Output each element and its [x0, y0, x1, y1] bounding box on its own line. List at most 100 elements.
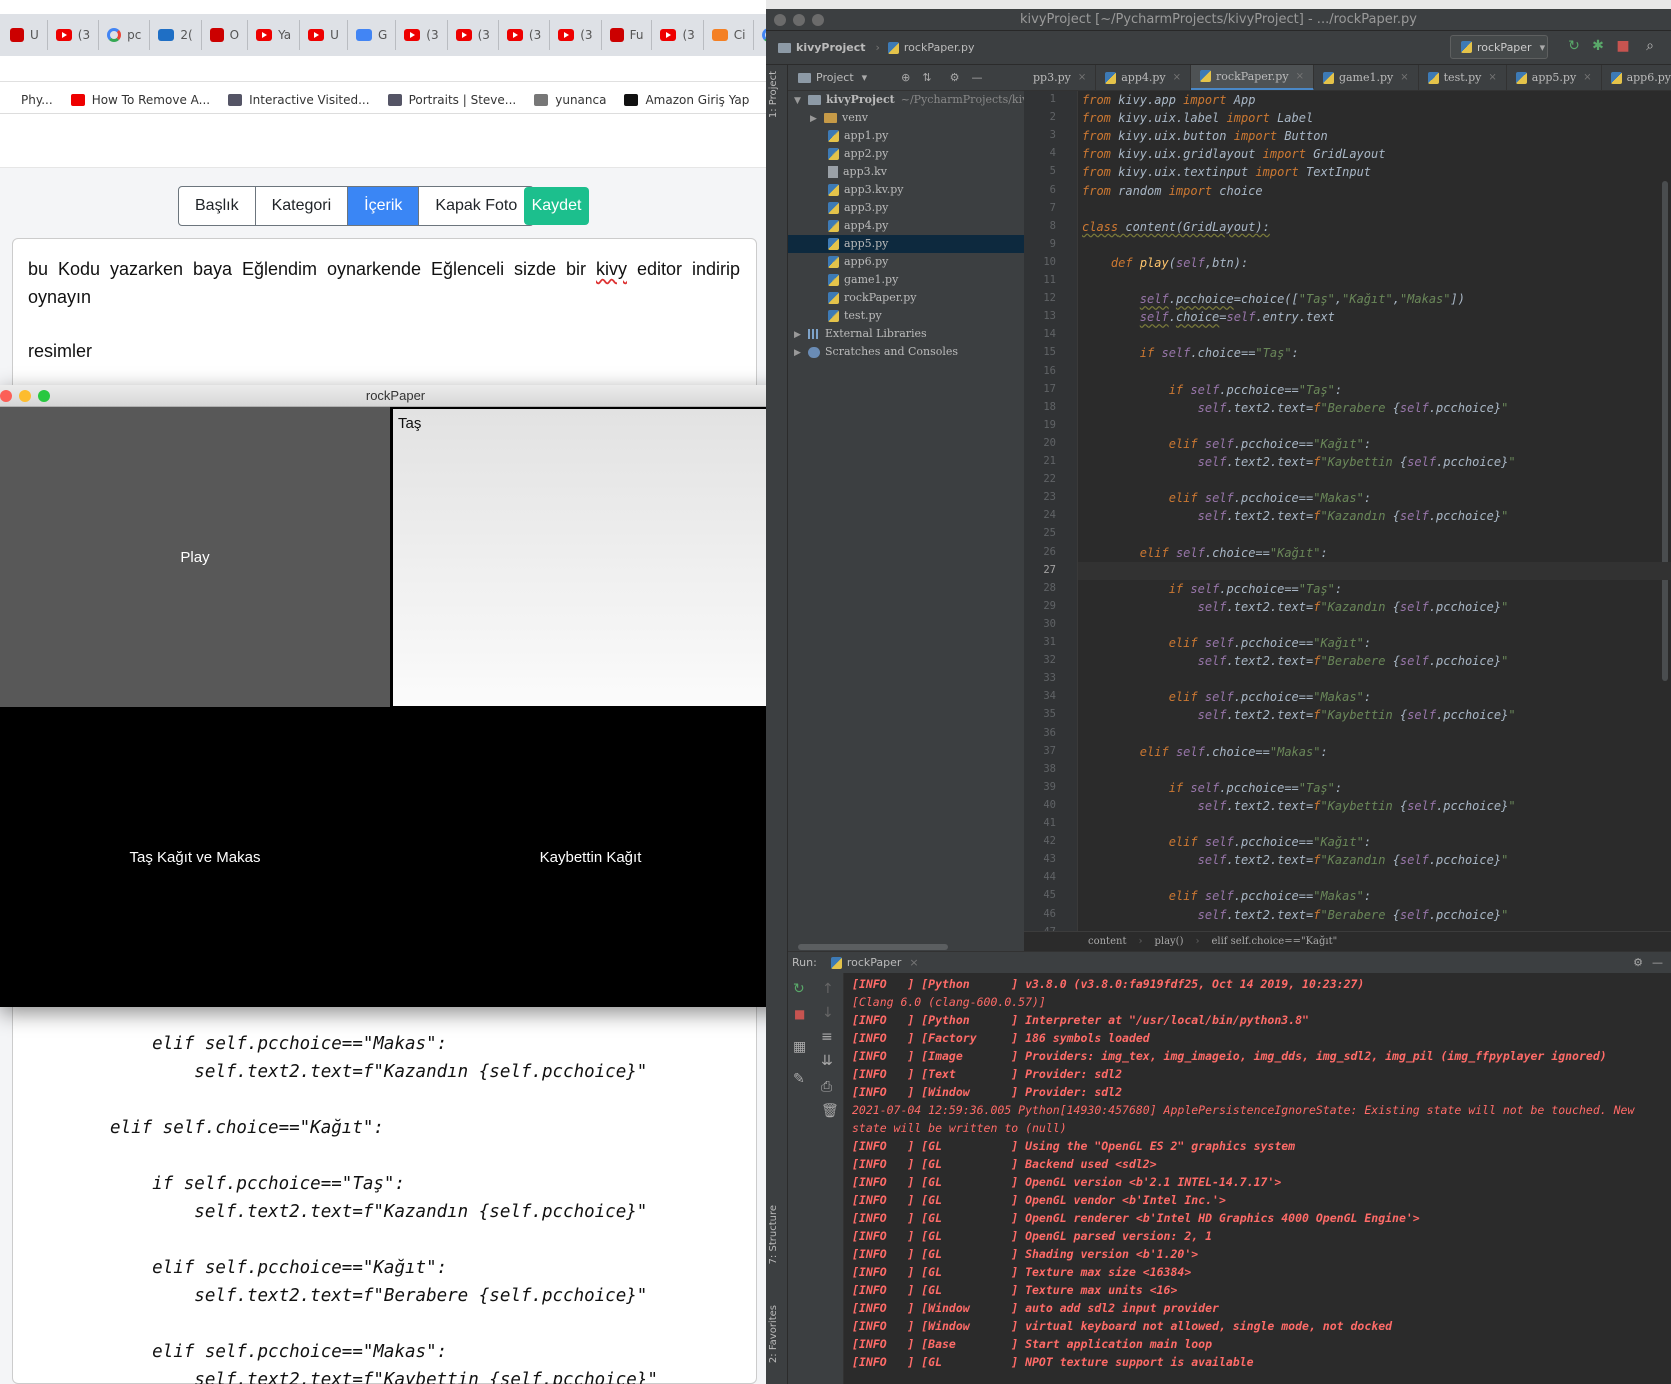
project-tree-item[interactable]: game1.py	[788, 271, 1024, 289]
browser-tab[interactable]: (3	[499, 20, 551, 50]
collapse-icon[interactable]: ⇅	[922, 71, 931, 84]
browser-tab[interactable]: (3	[652, 20, 704, 50]
project-tree-item[interactable]: app4.py	[788, 217, 1024, 235]
minimize-icon[interactable]	[19, 390, 31, 402]
save-button[interactable]: Kaydet	[524, 187, 589, 225]
browser-tab[interactable]: U	[300, 20, 348, 50]
minimize-icon[interactable]	[793, 14, 805, 26]
bookmark-item[interactable]: yunanca	[534, 93, 606, 107]
debug-icon[interactable]: ✱	[1590, 38, 1606, 54]
project-tree-item[interactable]: app3.py	[788, 199, 1024, 217]
stop-icon[interactable]: ■	[1615, 38, 1631, 54]
close-icon[interactable]: ×	[909, 956, 918, 969]
project-tree-item[interactable]: app5.py	[788, 235, 1024, 253]
scroll-end-icon[interactable]: ⇊	[821, 1053, 833, 1069]
run-configuration-select[interactable]: rockPaper ▾	[1450, 35, 1548, 59]
print-icon[interactable]: ⎙	[821, 1079, 832, 1095]
project-tree-item[interactable]: rockPaper.py	[788, 289, 1024, 307]
gear-icon[interactable]: ⚙	[950, 71, 960, 84]
rerun-icon[interactable]: ↻	[793, 981, 805, 997]
editor-tab[interactable]: rockPaper.py ×	[1191, 65, 1314, 90]
browser-tab[interactable]: (3	[448, 20, 499, 50]
run-tab[interactable]: rockPaper	[847, 956, 902, 969]
editor-tab[interactable]: game1.py ×	[1314, 65, 1419, 90]
browser-tab[interactable]: G	[348, 20, 397, 50]
editor-tab[interactable]: test.py ×	[1419, 65, 1507, 90]
project-tree-item[interactable]: ▶ External Libraries	[788, 325, 1024, 343]
address-bar[interactable]	[0, 56, 770, 82]
browser-tab[interactable]: U	[2, 20, 48, 50]
expand-arrow-icon[interactable]: ▼	[794, 92, 808, 110]
close-icon[interactable]: ×	[1400, 72, 1408, 83]
window-titlebar[interactable]: kivyProject [~/PycharmProjects/kivyProje…	[766, 9, 1671, 31]
favorites-tool-tab[interactable]: 2: Favorites	[768, 1305, 779, 1363]
close-icon[interactable]: ×	[1296, 71, 1304, 82]
nav-file[interactable]: rockPaper.py	[887, 41, 974, 54]
rerun-icon[interactable]: ↻	[1566, 38, 1582, 54]
project-tree-item[interactable]: ▼ kivyProject ~/PycharmProjects/kiv	[788, 91, 1028, 110]
close-icon[interactable]: ×	[1078, 72, 1086, 83]
collapse-arrow-icon[interactable]: ▶	[810, 110, 824, 128]
editor-tab[interactable]: app5.py ×	[1507, 65, 1602, 90]
zoom-icon[interactable]	[812, 14, 824, 26]
browser-tab[interactable]: pc	[99, 20, 151, 50]
browser-tab[interactable]: (3	[396, 20, 448, 50]
section-button[interactable]: Başlık	[179, 187, 256, 225]
project-tree-item[interactable]: test.py	[788, 307, 1024, 325]
arrow-up-icon[interactable]: ↑	[822, 981, 834, 997]
section-button[interactable]: Kapak Foto	[419, 187, 533, 225]
code-editor[interactable]: from kivy.app import App from kivy.uix.la…	[1078, 91, 1671, 941]
bookmark-item[interactable]: Interactive Visited...	[228, 93, 370, 107]
browser-tab[interactable]: Ya	[248, 20, 301, 50]
project-tree-item[interactable]: app1.py	[788, 127, 1024, 145]
project-tool-tab[interactable]: 1: Project	[768, 71, 779, 118]
close-icon[interactable]	[0, 390, 12, 402]
zoom-icon[interactable]	[38, 390, 50, 402]
editor-tab[interactable]: app4.py ×	[1096, 65, 1192, 90]
browser-tab[interactable]: (3	[550, 20, 602, 50]
bookmark-item[interactable]: Phy...	[0, 93, 53, 107]
trash-icon[interactable]: 🗑	[821, 1103, 839, 1119]
browser-tab[interactable]: Fu	[602, 20, 653, 50]
layout-icon[interactable]: ▦	[793, 1039, 806, 1055]
editor-content[interactable]: bu Kodu yazarken baya Eğlendim oynarkend…	[28, 255, 740, 365]
hide-icon[interactable]: —	[971, 71, 982, 84]
close-icon[interactable]: ×	[1488, 72, 1496, 83]
nav-project[interactable]: kivyProject	[778, 41, 865, 54]
bookmark-item[interactable]: How To Remove A...	[70, 93, 210, 107]
editor-tab[interactable]: pp3.py ×	[1024, 65, 1097, 90]
project-tree-item[interactable]: ▶ venv	[788, 109, 1024, 127]
structure-tool-tab[interactable]: 7: Structure	[768, 1205, 779, 1264]
play-button[interactable]: Play	[0, 407, 390, 707]
choice-text-input[interactable]: Taş	[393, 409, 789, 706]
browser-tab[interactable]: (3	[48, 20, 100, 50]
bookmark-item[interactable]: Portraits | Steve...	[387, 93, 516, 107]
search-icon[interactable]: ⌕	[1642, 38, 1658, 54]
collapse-arrow-icon[interactable]: ▶	[794, 344, 808, 362]
project-tree-item[interactable]: app2.py	[788, 145, 1024, 163]
browser-tab[interactable]: Ci	[704, 20, 755, 50]
arrow-down-icon[interactable]: ↓	[822, 1005, 834, 1021]
collapse-arrow-icon[interactable]: ▶	[794, 326, 808, 344]
breadcrumb-item[interactable]: content	[1088, 936, 1126, 947]
stop-icon[interactable]: ■	[794, 1007, 805, 1021]
browser-tab[interactable]: O	[202, 20, 249, 50]
close-icon[interactable]: ×	[1173, 72, 1181, 83]
editor-tab[interactable]: app6.py×	[1602, 65, 1671, 90]
soft-wrap-icon[interactable]: ≡	[821, 1029, 833, 1045]
project-tree-item[interactable]: ▶ Scratches and Consoles	[788, 343, 1024, 361]
close-icon[interactable]: ×	[1583, 72, 1591, 83]
section-button[interactable]: Kategori	[256, 187, 349, 225]
run-console-output[interactable]: [INFO ] [Python ] v3.8.0 (v3.8.0:fa919fd…	[844, 973, 1671, 1384]
project-tree-item[interactable]: app3.kv.py	[788, 181, 1024, 199]
project-tree-item[interactable]: app6.py	[788, 253, 1024, 271]
bookmark-item[interactable]: Amazon Giriş Yap	[624, 93, 749, 107]
browser-tab[interactable]: 2(	[150, 20, 202, 50]
hide-icon[interactable]: —	[1652, 956, 1663, 969]
close-icon[interactable]	[774, 14, 786, 26]
gear-icon[interactable]: ⚙	[1633, 956, 1643, 969]
target-icon[interactable]: ⊕	[901, 71, 910, 84]
pin-icon[interactable]: ✎	[793, 1071, 805, 1087]
chevron-down-icon[interactable]: ▾	[862, 71, 868, 84]
window-titlebar[interactable]: rockPaper	[0, 385, 791, 407]
